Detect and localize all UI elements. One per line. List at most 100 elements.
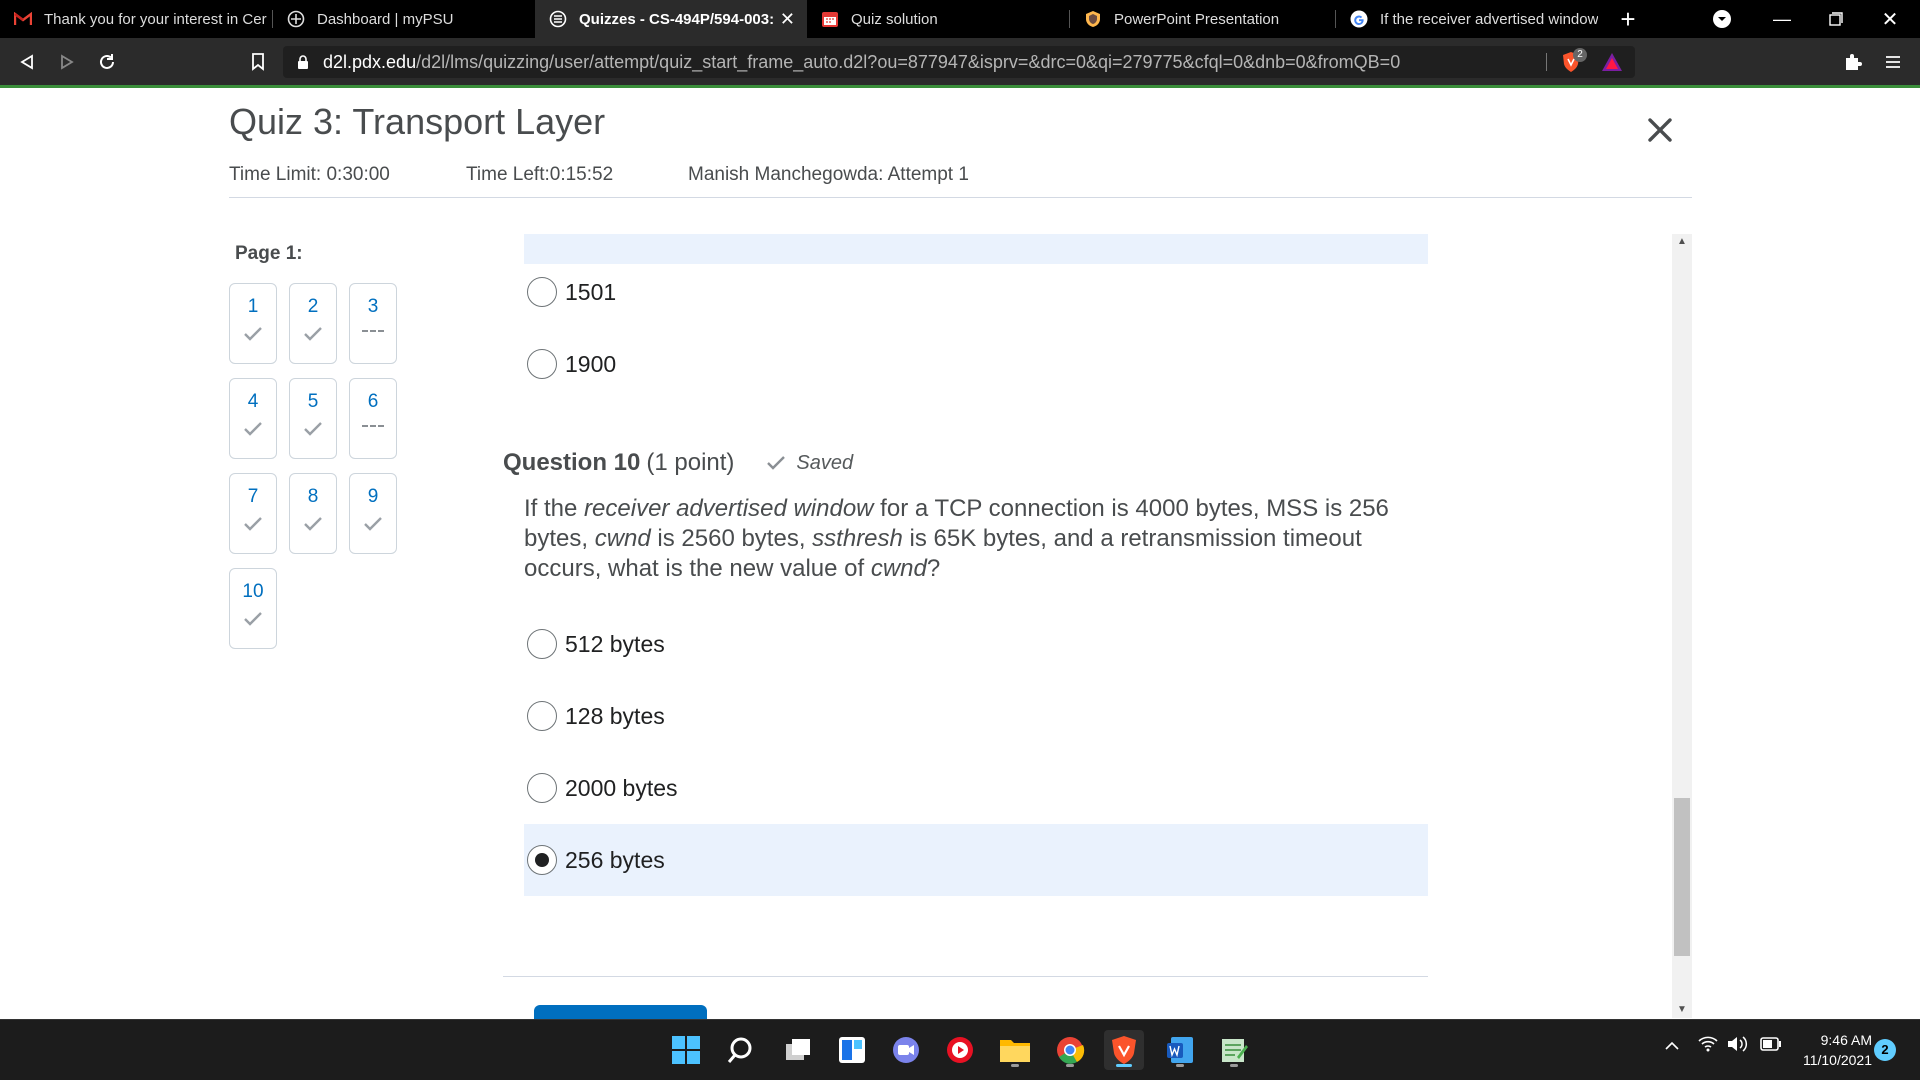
attempt-info: Manish Manchegowda: Attempt 1 (688, 164, 969, 185)
close-quiz-button[interactable] (1643, 113, 1677, 147)
option-label: 1900 (565, 350, 617, 377)
clock-date: 11/10/2021 (1802, 1052, 1872, 1068)
chevron-down-icon (1713, 10, 1731, 28)
tab-search-button[interactable] (1692, 0, 1752, 38)
checkmark-icon (290, 421, 336, 441)
tab-dashboard-mypsu[interactable]: Dashboard | myPSU (273, 0, 535, 38)
minimize-button[interactable]: — (1752, 0, 1812, 38)
question-nav-3[interactable]: 3 (349, 283, 397, 364)
question-nav-number: 5 (307, 391, 319, 412)
gmail-icon (14, 10, 32, 28)
url-host: d2l.pdx.edu (323, 51, 417, 72)
question-nav-6[interactable]: 6 (349, 378, 397, 459)
checkmark-icon (290, 326, 336, 346)
radio-dot (535, 853, 549, 867)
tab-title: Thank you for your interest in Cer (44, 10, 267, 28)
running-indicator (1011, 1064, 1019, 1067)
chrome-icon[interactable] (1050, 1030, 1090, 1070)
question-nav-1[interactable]: 1 (229, 283, 277, 364)
wifi-icon[interactable] (1698, 1036, 1718, 1057)
question-nav-7[interactable]: 7 (229, 473, 277, 554)
question-nav-5[interactable]: 5 (289, 378, 337, 459)
system-clock[interactable]: 9:46 AM 11/10/2021 (1792, 1030, 1872, 1070)
answer-option[interactable]: 2000 bytes (524, 752, 1428, 824)
question-nav-4[interactable]: 4 (229, 378, 277, 459)
header-divider (229, 197, 1692, 198)
scroll-thumb[interactable] (1674, 798, 1690, 956)
volume-icon[interactable] (1726, 1035, 1748, 1058)
notification-badge[interactable]: 2 (1874, 1039, 1896, 1061)
checkmark-icon (290, 516, 336, 536)
radio-button[interactable] (527, 773, 557, 803)
close-window-button[interactable]: ✕ (1860, 0, 1920, 38)
close-icon (1648, 118, 1672, 142)
tab-google-search[interactable]: If the receiver advertised window (1336, 0, 1598, 38)
show-hidden-icons[interactable] (1664, 1038, 1680, 1056)
question-text-segment: If the (524, 495, 585, 522)
media-player-icon[interactable] (940, 1030, 980, 1070)
widgets-icon[interactable] (832, 1030, 872, 1070)
browser-tab-bar: Thank you for your interest in Cer Dashb… (0, 0, 1920, 38)
radio-button-selected[interactable] (527, 845, 557, 875)
search-icon[interactable] (720, 1030, 760, 1070)
question-nav-10[interactable]: 10 (229, 568, 277, 649)
menu-button[interactable] (1878, 47, 1908, 77)
scroll-up-arrow-icon[interactable]: ▲ (1672, 234, 1692, 250)
task-view-icon[interactable] (778, 1030, 818, 1070)
browser-toolbar: d2l.pdx.edu/d2l/lms/quizzing/user/attemp… (0, 38, 1920, 85)
answer-option[interactable]: 128 bytes (524, 680, 1428, 752)
calendar-icon (821, 10, 839, 28)
radio-button[interactable] (527, 349, 557, 379)
checkmark-icon (230, 421, 276, 441)
extensions-button[interactable] (1838, 47, 1868, 77)
back-arrow-icon (20, 54, 33, 70)
windows-start-icon[interactable] (666, 1030, 706, 1070)
new-tab-button[interactable]: + (1600, 0, 1656, 38)
tab-powerpoint[interactable]: PowerPoint Presentation (1070, 0, 1335, 38)
radio-button[interactable] (527, 629, 557, 659)
brave-icon[interactable] (1104, 1030, 1144, 1070)
reload-button[interactable] (92, 47, 122, 77)
bookmark-button[interactable] (243, 47, 273, 77)
brave-shields-icon[interactable]: 2 (1561, 48, 1587, 73)
question-nav-2[interactable]: 2 (289, 283, 337, 364)
address-bar[interactable]: d2l.pdx.edu/d2l/lms/quizzing/user/attemp… (283, 46, 1635, 78)
answer-option-1501[interactable]: 1501 (524, 256, 1428, 328)
battery-icon[interactable] (1760, 1037, 1782, 1056)
tab-gmail[interactable]: Thank you for your interest in Cer (0, 0, 272, 38)
question-term: cwnd (870, 555, 927, 582)
unanswered-dash-icon (350, 425, 396, 445)
checkmark-icon (230, 326, 276, 346)
answer-option-1900[interactable]: 1900 (524, 328, 1428, 400)
answer-option[interactable]: 256 bytes (524, 824, 1428, 896)
question-text-segment: ? (926, 555, 941, 582)
notepad-icon[interactable] (1214, 1030, 1254, 1070)
forward-button[interactable] (52, 47, 82, 77)
time-left: Time Left:0:15:52 (466, 164, 614, 185)
question-header: Question 10 (1 point) Saved (503, 449, 853, 477)
file-explorer-icon[interactable] (995, 1030, 1035, 1070)
radio-button[interactable] (527, 701, 557, 731)
close-tab-icon[interactable]: ✕ (780, 9, 795, 30)
running-indicator (1176, 1064, 1184, 1067)
time-limit: Time Limit: 0:30:00 (229, 164, 390, 185)
checkmark-icon (230, 611, 276, 631)
question-term: cwnd (594, 525, 651, 552)
tab-title: If the receiver advertised window (1380, 10, 1598, 28)
question-nav-8[interactable]: 8 (289, 473, 337, 554)
radio-button[interactable] (527, 277, 557, 307)
content-divider (503, 976, 1428, 977)
question-nav-number: 4 (247, 391, 259, 412)
question-nav-9[interactable]: 9 (349, 473, 397, 554)
restore-button[interactable] (1806, 0, 1866, 38)
back-button[interactable] (12, 47, 42, 77)
tab-quiz-solution[interactable]: Quiz solution (807, 0, 1069, 38)
teams-chat-icon[interactable] (886, 1030, 926, 1070)
answer-option[interactable]: 512 bytes (524, 608, 1428, 680)
tab-quizzes[interactable]: Quizzes - CS-494P/594-003: ✕ (535, 0, 807, 38)
scroll-down-arrow-icon[interactable]: ▼ (1672, 1002, 1692, 1018)
word-icon[interactable] (1160, 1030, 1200, 1070)
brave-rewards-icon[interactable] (1601, 52, 1623, 77)
option-label: 512 bytes (565, 630, 665, 657)
page-scrollbar[interactable]: ▲ ▼ (1672, 234, 1692, 1018)
